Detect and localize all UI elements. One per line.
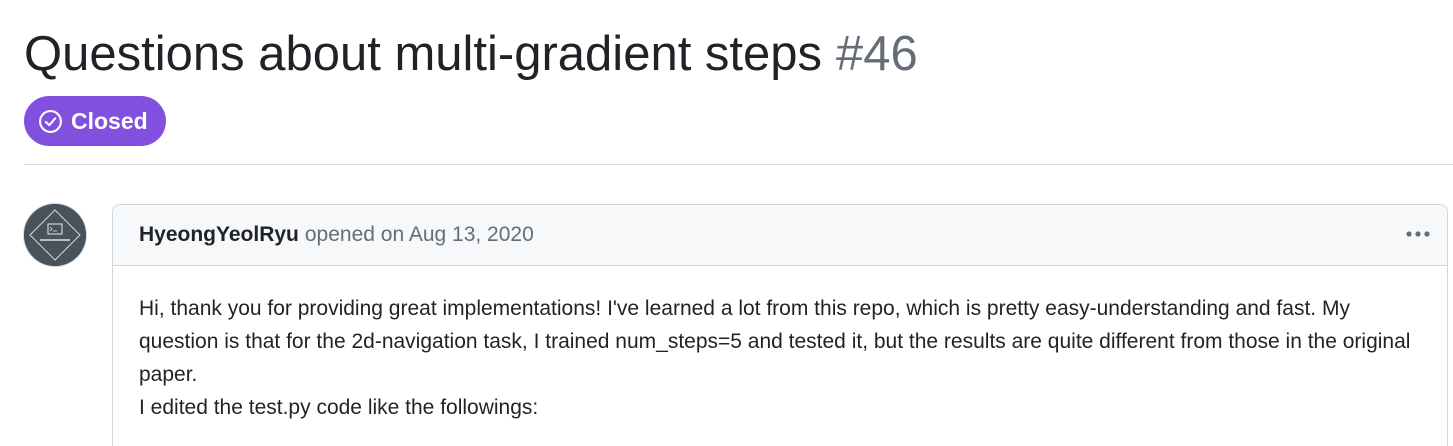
issue-number: #46 — [836, 27, 918, 81]
comment-timestamp: opened on Aug 13, 2020 — [304, 223, 534, 246]
comment-author-link[interactable]: HyeongYeolRyu — [139, 223, 299, 247]
issue-title: Questions about multi-gradient steps — [24, 27, 823, 81]
comment-paragraph: Hi, thank you for providing great implem… — [139, 297, 1411, 386]
issue-state-label: Closed — [71, 107, 148, 134]
author-avatar[interactable] — [24, 204, 86, 266]
comment-options-button[interactable] — [1403, 221, 1433, 247]
issue-title-heading: Questions about multi-gradient steps #46 — [24, 22, 918, 86]
issue-state-badge: Closed — [24, 96, 166, 146]
issue-comment: HyeongYeolRyu opened on Aug 13, 2020 Hi,… — [112, 204, 1448, 446]
kebab-horizontal-icon — [1405, 230, 1431, 238]
comment-header: HyeongYeolRyu opened on Aug 13, 2020 — [113, 205, 1447, 266]
comment-paragraph: I edited the test.py code like the follo… — [139, 396, 539, 419]
comment-body: Hi, thank you for providing great implem… — [113, 266, 1447, 424]
header-divider — [24, 164, 1453, 165]
check-circle-icon — [38, 109, 63, 134]
issue-page: Questions about multi-gradient steps #46 … — [0, 0, 1453, 446]
terminal-avatar-icon — [24, 204, 86, 266]
